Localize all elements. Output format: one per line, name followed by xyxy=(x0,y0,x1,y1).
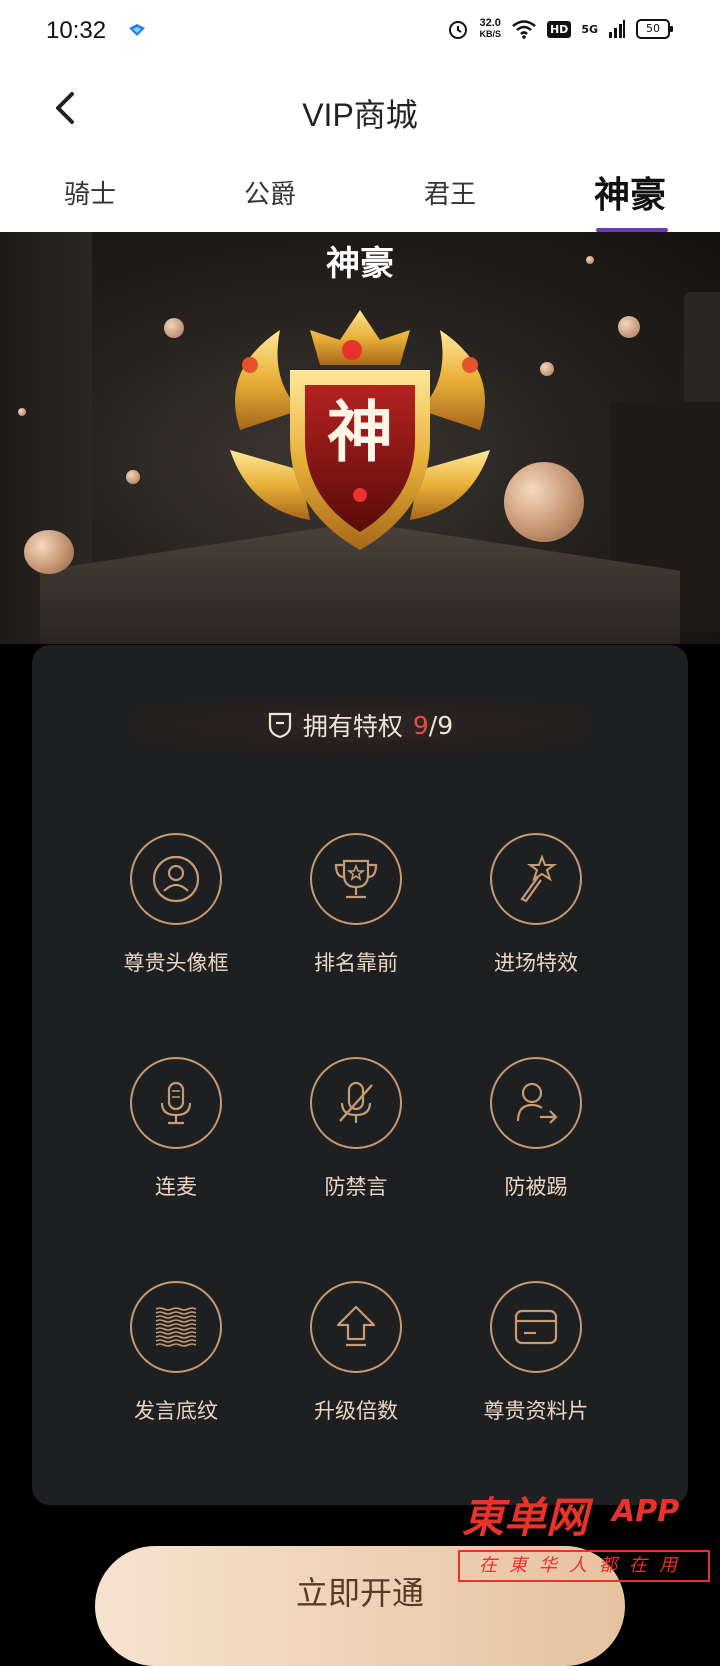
privilege-label: 防被踢 xyxy=(504,1175,568,1199)
privilege-chat-pattern[interactable]: 发言底纹 xyxy=(86,1281,266,1425)
crown-coin-icon xyxy=(504,462,584,542)
avatar-frame-icon xyxy=(152,855,200,903)
vip-level-tabs: 骑士 公爵 君王 神豪 xyxy=(0,152,720,232)
signal-icon xyxy=(609,20,625,38)
user-exit-icon xyxy=(516,1082,558,1124)
tab-duke[interactable]: 公爵 xyxy=(244,174,296,211)
privileges-owned: 9 xyxy=(412,710,429,740)
magic-wand-icon xyxy=(520,854,558,903)
app-header: VIP商城 xyxy=(0,64,720,152)
privilege-label: 尊贵头像框 xyxy=(123,951,229,975)
hero-title: 神豪 xyxy=(326,244,394,284)
tab-monarch[interactable]: 君王 xyxy=(424,174,476,211)
watermark-logo: 東单网 APP 在東华人都在用 xyxy=(458,1484,720,1600)
privilege-label: 尊贵资料片 xyxy=(483,1399,589,1423)
alarm-icon xyxy=(449,21,468,39)
privilege-label: 升级倍数 xyxy=(314,1399,398,1423)
privilege-label: 连麦 xyxy=(155,1175,197,1199)
trophy-icon xyxy=(334,859,378,899)
upgrade-arrow-icon xyxy=(336,1305,376,1347)
network-speed: 32.0 KB/S xyxy=(479,17,501,40)
privilege-label: 防禁言 xyxy=(324,1175,388,1199)
battery-indicator: 50 xyxy=(636,19,673,39)
vip-hero-banner: 神豪 神 xyxy=(0,232,720,644)
watermark-app: APP xyxy=(612,1494,680,1529)
wifi-icon xyxy=(512,20,536,39)
privileges-total: /9 xyxy=(428,710,454,740)
hero-cup xyxy=(684,292,720,412)
privilege-label: 排名靠前 xyxy=(314,951,398,975)
decor-bead xyxy=(618,316,640,338)
privilege-anti-mute[interactable]: 防禁言 xyxy=(266,1057,446,1201)
tycoon-badge-icon: 神 xyxy=(230,310,490,550)
decor-bead xyxy=(540,362,554,376)
decor-bead xyxy=(164,318,184,338)
app-notification-icon xyxy=(129,24,145,36)
privilege-rank-top[interactable]: 排名靠前 xyxy=(266,833,446,977)
watermark-tagline: 在東华人都在用 xyxy=(458,1550,710,1582)
decor-bead xyxy=(18,408,26,416)
privilege-co-host[interactable]: 连麦 xyxy=(86,1057,266,1201)
page-title: VIP商城 xyxy=(302,97,418,133)
microphone-icon xyxy=(160,1081,192,1125)
privilege-entry-effect[interactable]: 进场特效 xyxy=(446,833,626,977)
privilege-label: 进场特效 xyxy=(494,951,578,975)
privileges-label: 拥有特权 xyxy=(302,712,403,741)
hd-badge: HD xyxy=(546,20,572,38)
status-icons: 32.0 KB/S HD 5G 50 xyxy=(447,17,673,40)
status-bar: 10:32 32.0 KB/S HD 5G 50 xyxy=(0,0,720,64)
tab-tycoon[interactable]: 神豪 xyxy=(594,166,666,218)
status-time: 10:32 xyxy=(46,17,107,44)
privilege-anti-kick[interactable]: 防被踢 xyxy=(446,1057,626,1201)
privileges-panel: 拥有特权 9/9 尊贵头像框 排名靠前 进场特效 连麦 防禁言 防被踢 发言底纹… xyxy=(32,645,688,1505)
mic-off-icon xyxy=(339,1081,373,1123)
decor-bead xyxy=(586,256,594,264)
privilege-avatar-frame[interactable]: 尊贵头像框 xyxy=(86,833,266,977)
privilege-level-multiplier[interactable]: 升级倍数 xyxy=(266,1281,446,1425)
card-icon xyxy=(514,1309,558,1345)
watermark-brand: 東单网 xyxy=(462,1493,589,1542)
privilege-profile-card[interactable]: 尊贵资料片 xyxy=(446,1281,626,1425)
wave-pattern-icon xyxy=(155,1307,197,1347)
privileges-summary: 拥有特权 9/9 xyxy=(128,697,592,753)
signal-label: 5G xyxy=(581,22,598,36)
badge-character: 神 xyxy=(327,394,393,471)
privilege-label: 发言底纹 xyxy=(134,1399,218,1423)
tab-knight[interactable]: 骑士 xyxy=(64,174,116,211)
shield-icon xyxy=(268,712,291,739)
decor-bead xyxy=(126,470,140,484)
crown-coin-icon xyxy=(24,530,74,574)
